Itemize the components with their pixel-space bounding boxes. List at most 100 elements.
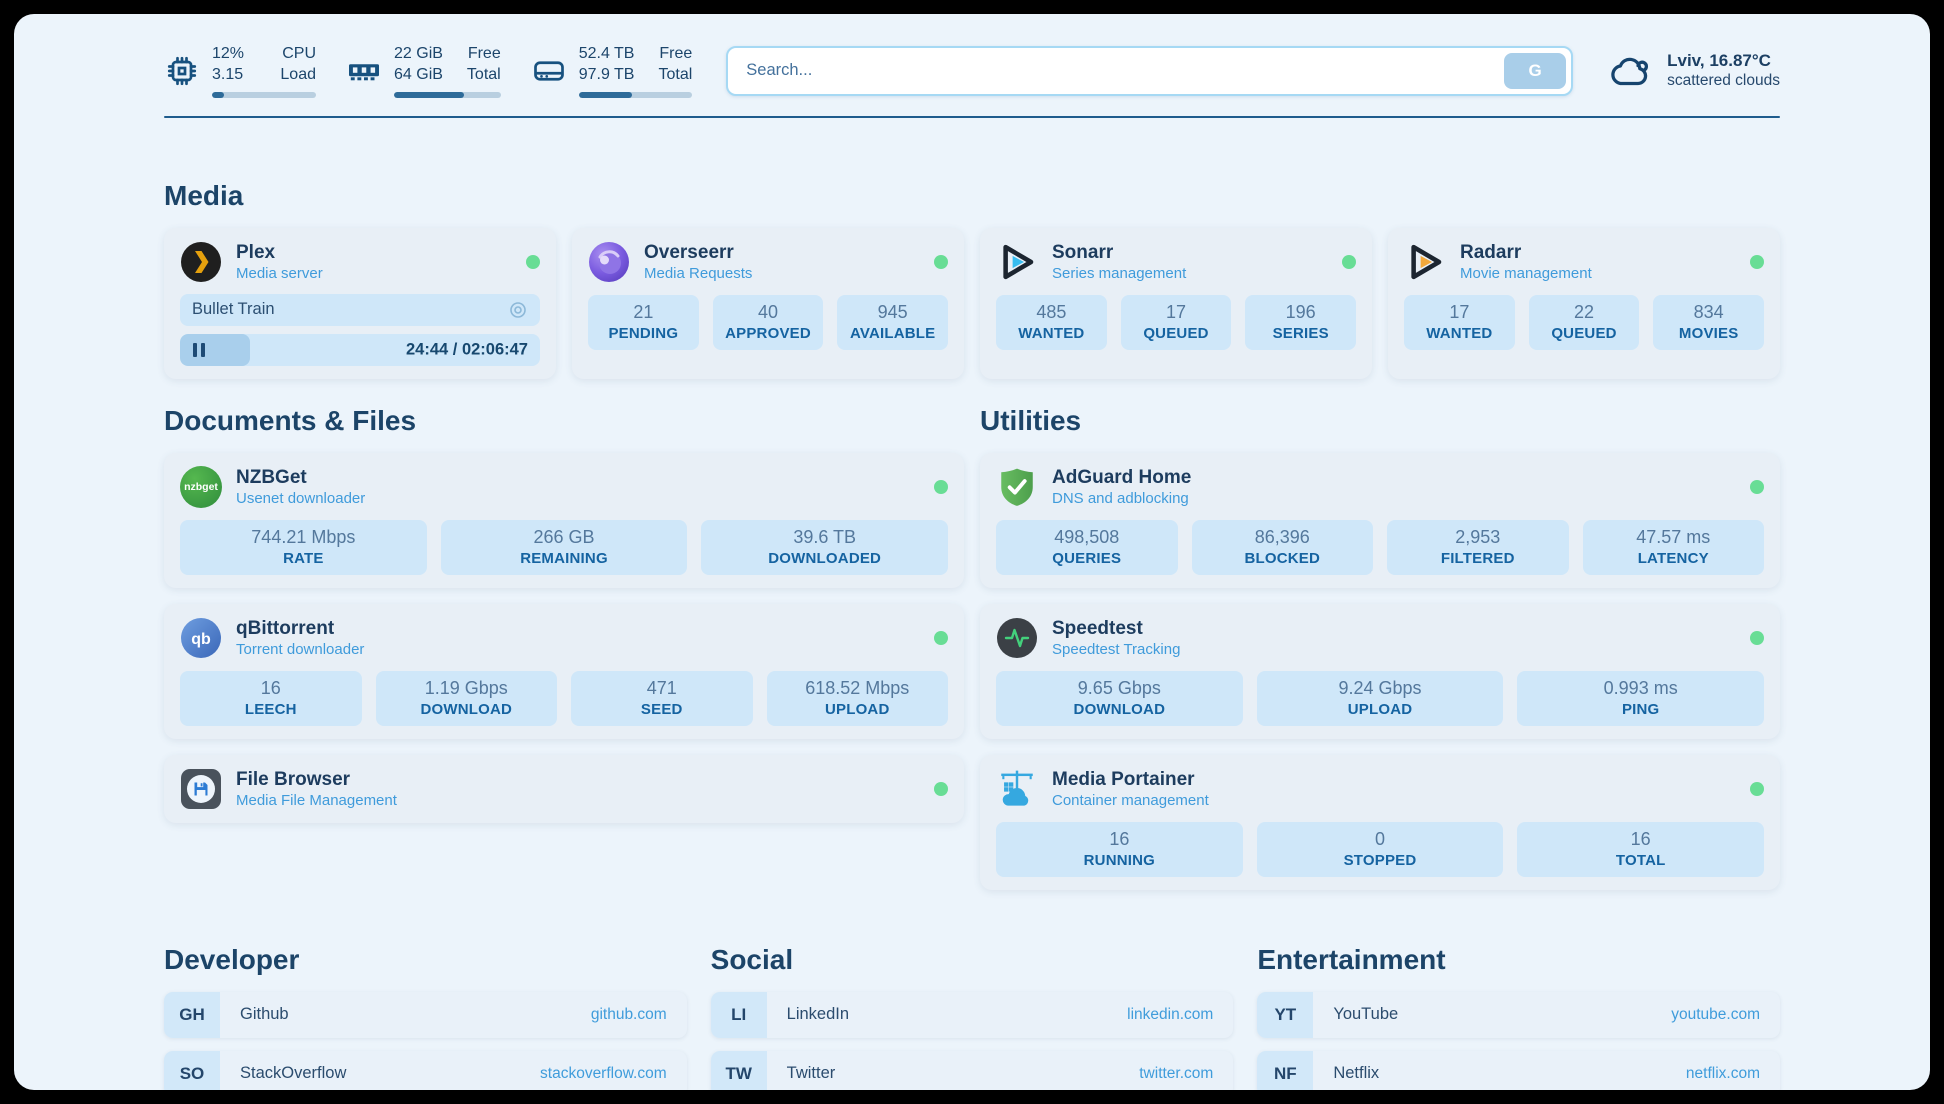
section-documents: Documents & Files nzbget NZBGet Usenet d… xyxy=(164,405,964,823)
portainer-icon xyxy=(996,768,1038,810)
now-playing-row: Bullet Train xyxy=(180,294,540,326)
disk-progress-bar xyxy=(579,92,693,98)
stat-tile: 17 WANTED xyxy=(1404,295,1515,350)
link-row-github[interactable]: GH Github github.com xyxy=(164,992,687,1038)
stat-tile: 945 AVAILABLE xyxy=(837,295,948,350)
app-card-plex[interactable]: Plex Media server Bullet Train xyxy=(164,228,556,379)
status-dot xyxy=(1750,631,1764,645)
app-card-nzbget[interactable]: nzbget NZBGet Usenet downloader 744.21 M… xyxy=(164,453,964,588)
plex-icon xyxy=(180,241,222,283)
header: 12% 3.15 CPU Load xyxy=(164,44,1780,98)
app-card-overseerr[interactable]: Overseerr Media Requests 21 PENDING 40 A… xyxy=(572,228,964,379)
stat-tile: 744.21 Mbps RATE xyxy=(180,520,427,575)
app-card-sonarr[interactable]: Sonarr Series management 485 WANTED 17 Q… xyxy=(980,228,1372,379)
app-card-speedtest[interactable]: Speedtest Speedtest Tracking 9.65 Gbps D… xyxy=(980,604,1780,739)
status-dot xyxy=(1342,255,1356,269)
app-name: Overseerr xyxy=(644,242,920,264)
cloud-icon xyxy=(1607,51,1653,91)
stat-tile: 86,396 BLOCKED xyxy=(1192,520,1374,575)
status-dot xyxy=(526,255,540,269)
status-dot xyxy=(934,480,948,494)
link-group-developer: Developer GH Github github.com SO StackO… xyxy=(164,944,687,1090)
stat-tile: 196 SERIES xyxy=(1245,295,1356,350)
header-divider xyxy=(164,116,1780,118)
section-title-developer: Developer xyxy=(164,944,687,976)
stat-tile: 39.6 TB DOWNLOADED xyxy=(701,520,948,575)
ram-label-bottom: Total xyxy=(467,65,501,86)
link-url: youtube.com xyxy=(1671,992,1780,1038)
ram-icon xyxy=(346,53,382,89)
stat-tile: 22 QUEUED xyxy=(1529,295,1640,350)
app-subtitle: Speedtest Tracking xyxy=(1052,641,1736,658)
stat-tile: 834 MOVIES xyxy=(1653,295,1764,350)
status-dot xyxy=(934,631,948,645)
app-card-filebrowser[interactable]: File Browser Media File Management xyxy=(164,755,964,823)
stat-tile: 16 TOTAL xyxy=(1517,822,1764,877)
app-name: AdGuard Home xyxy=(1052,467,1736,489)
link-badge: NF xyxy=(1257,1051,1313,1090)
disk-label-top: Free xyxy=(658,44,692,65)
stat-tile: 16 RUNNING xyxy=(996,822,1243,877)
filebrowser-icon xyxy=(180,768,222,810)
ram-monitor: 22 GiB 64 GiB Free Total xyxy=(346,44,501,98)
app-subtitle: DNS and adblocking xyxy=(1052,490,1736,507)
cpu-load-value: 3.15 xyxy=(212,65,244,86)
stat-tile: 618.52 Mbps UPLOAD xyxy=(767,671,949,726)
link-badge: LI xyxy=(711,992,767,1038)
stat-tile: 16 LEECH xyxy=(180,671,362,726)
stat-tile: 1.19 Gbps DOWNLOAD xyxy=(376,671,558,726)
link-url: twitter.com xyxy=(1139,1051,1233,1090)
link-name: Netflix xyxy=(1313,1051,1686,1090)
stat-tile: 40 APPROVED xyxy=(713,295,824,350)
link-url: netflix.com xyxy=(1686,1051,1780,1090)
app-card-qbittorrent[interactable]: qb qBittorrent Torrent downloader 16 LEE… xyxy=(164,604,964,739)
cpu-icon xyxy=(164,53,200,89)
app-card-portainer[interactable]: Media Portainer Container management 16 … xyxy=(980,755,1780,890)
cpu-progress-bar xyxy=(212,92,316,98)
section-title-media: Media xyxy=(164,180,1780,212)
disk-total-value: 97.9 TB xyxy=(579,65,635,86)
app-name: Speedtest xyxy=(1052,618,1736,640)
app-subtitle: Container management xyxy=(1052,792,1736,809)
weather-condition: scattered clouds xyxy=(1667,72,1780,90)
app-name: qBittorrent xyxy=(236,618,920,640)
link-url: github.com xyxy=(591,992,687,1038)
link-badge: TW xyxy=(711,1051,767,1090)
adguard-icon xyxy=(996,466,1038,508)
link-name: Twitter xyxy=(767,1051,1140,1090)
ram-progress-bar xyxy=(394,92,501,98)
stat-tile: 9.24 Gbps UPLOAD xyxy=(1257,671,1504,726)
stat-tile: 266 GB REMAINING xyxy=(441,520,688,575)
link-group-social: Social LI LinkedIn linkedin.com TW Twitt… xyxy=(711,944,1234,1090)
pause-icon xyxy=(193,343,205,357)
ram-label-top: Free xyxy=(467,44,501,65)
app-subtitle: Movie management xyxy=(1460,265,1736,282)
link-name: LinkedIn xyxy=(767,992,1128,1038)
search-bar: G xyxy=(726,46,1573,96)
link-row-twitter[interactable]: TW Twitter twitter.com xyxy=(711,1051,1234,1090)
link-row-linkedin[interactable]: LI LinkedIn linkedin.com xyxy=(711,992,1234,1038)
app-subtitle: Usenet downloader xyxy=(236,490,920,507)
app-card-radarr[interactable]: Radarr Movie management 17 WANTED 22 QUE… xyxy=(1388,228,1780,379)
stat-tile: 485 WANTED xyxy=(996,295,1107,350)
playback-progress-bar: 24:44 / 02:06:47 xyxy=(180,334,540,366)
app-name: Media Portainer xyxy=(1052,769,1736,791)
section-utilities: Utilities xyxy=(980,405,1780,890)
stat-tile: 47.57 ms LATENCY xyxy=(1583,520,1765,575)
status-dot xyxy=(934,255,948,269)
link-row-netflix[interactable]: NF Netflix netflix.com xyxy=(1257,1051,1780,1090)
link-row-stackoverflow[interactable]: SO StackOverflow stackoverflow.com xyxy=(164,1051,687,1090)
link-url: stackoverflow.com xyxy=(540,1051,687,1090)
overseerr-icon xyxy=(588,241,630,283)
app-subtitle: Series management xyxy=(1052,265,1328,282)
search-engine-button[interactable]: G xyxy=(1504,53,1566,89)
search-input[interactable] xyxy=(728,61,1504,80)
weather-widget: Lviv, 16.87°C scattered clouds xyxy=(1607,51,1780,91)
app-subtitle: Torrent downloader xyxy=(236,641,920,658)
section-title-utilities: Utilities xyxy=(980,405,1780,437)
app-card-adguard[interactable]: AdGuard Home DNS and adblocking 498,508 … xyxy=(980,453,1780,588)
link-row-youtube[interactable]: YT YouTube youtube.com xyxy=(1257,992,1780,1038)
stat-tile: 471 SEED xyxy=(571,671,753,726)
app-subtitle: Media File Management xyxy=(236,792,920,809)
cpu-monitor: 12% 3.15 CPU Load xyxy=(164,44,316,98)
